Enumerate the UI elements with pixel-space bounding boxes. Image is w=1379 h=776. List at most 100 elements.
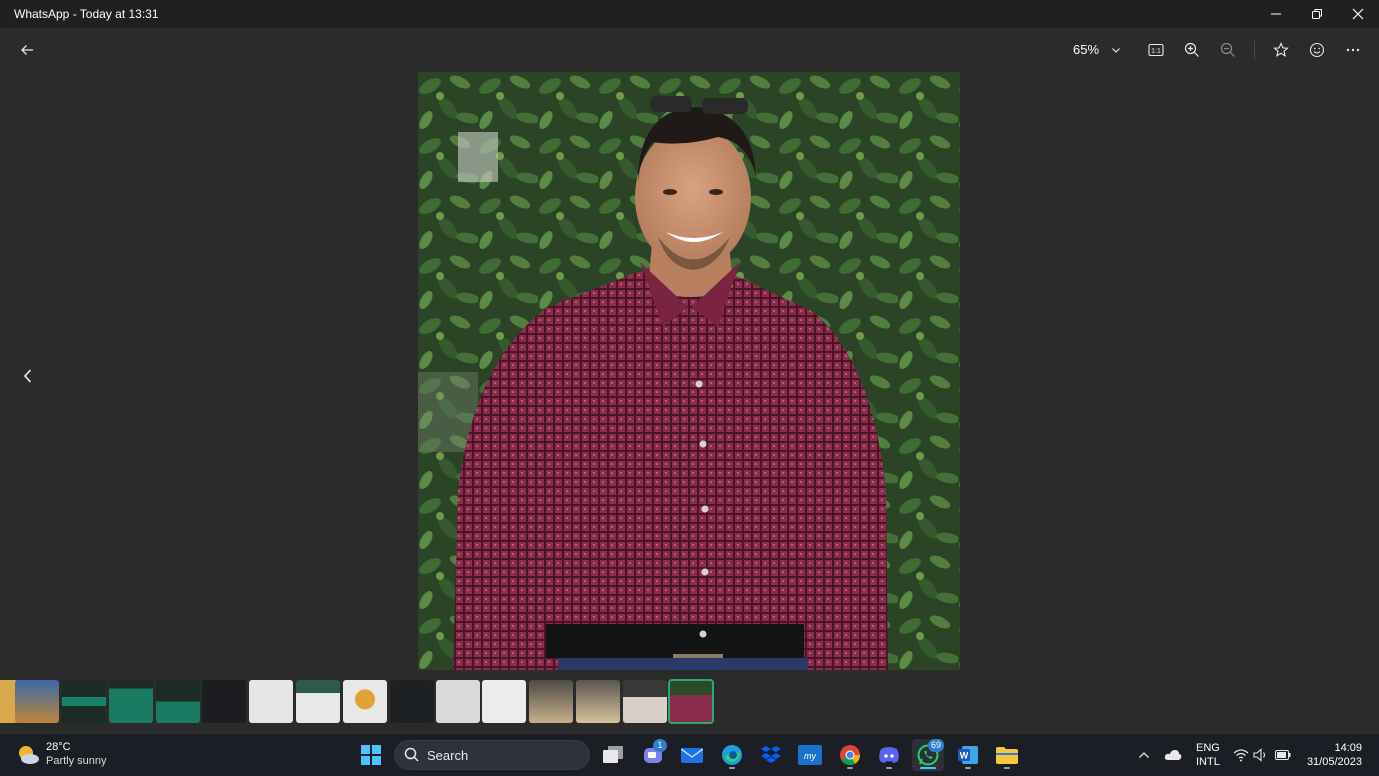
thumbnail[interactable]: [156, 680, 200, 723]
input-language[interactable]: ENG INTL: [1196, 741, 1220, 769]
thumbnail[interactable]: [436, 680, 480, 723]
svg-text:my: my: [804, 751, 816, 761]
folder-icon: [996, 747, 1018, 764]
more-options-button[interactable]: [1341, 38, 1365, 62]
restore-icon: [1312, 9, 1322, 19]
actual-size-icon: 1:1: [1148, 43, 1164, 57]
portrait-photo: [418, 72, 960, 670]
thumbnail[interactable]: [529, 680, 573, 723]
clock[interactable]: 14:09 31/05/2023: [1302, 741, 1362, 769]
viewer-toolbar: 65% 1:1: [0, 28, 1379, 72]
language-code: ENG: [1196, 742, 1220, 754]
favorite-star-icon: [1273, 42, 1289, 57]
task-view-icon: [603, 746, 623, 763]
back-button[interactable]: [15, 38, 39, 62]
thumbnail[interactable]: [15, 680, 59, 723]
chrome-icon: [840, 745, 861, 766]
zoom-out-icon: [1220, 42, 1235, 57]
thumbnail[interactable]: [576, 680, 620, 723]
chevron-left-icon: [23, 369, 32, 383]
cloud-icon: [1164, 750, 1182, 760]
svg-text:W: W: [960, 751, 969, 761]
thumbnail-selected[interactable]: [668, 679, 714, 724]
running-indicator: [1004, 767, 1010, 769]
discord-icon: [879, 747, 899, 763]
title-bar: WhatsApp - Today at 13:31: [0, 0, 1379, 28]
dropbox-icon: [761, 746, 781, 763]
keyboard-layout: INTL: [1196, 756, 1220, 768]
show-hidden-icons-button[interactable]: [1128, 739, 1160, 771]
file-explorer-button[interactable]: [991, 739, 1023, 771]
thumbnail[interactable]: [482, 680, 526, 723]
actual-size-button[interactable]: 1:1: [1144, 38, 1168, 62]
window-title: WhatsApp - Today at 13:31: [14, 7, 159, 21]
thumbnail[interactable]: [296, 680, 340, 723]
task-view-button[interactable]: [597, 739, 629, 771]
favorite-button[interactable]: [1269, 38, 1293, 62]
edge-button[interactable]: [716, 739, 748, 771]
taskbar: 28°C Partly sunny Search 1 my 69 W ENG I…: [0, 733, 1379, 776]
wifi-icon: [1233, 749, 1249, 762]
minimize-icon: [1271, 13, 1281, 15]
chrome-button[interactable]: [834, 739, 866, 771]
arrow-left-icon: [21, 45, 33, 55]
zoom-dropdown-button[interactable]: [1104, 38, 1128, 62]
running-indicator: [847, 767, 853, 769]
close-button[interactable]: [1338, 0, 1378, 28]
whatsapp-badge: 69: [928, 739, 944, 752]
battery-button[interactable]: [1270, 739, 1296, 771]
start-button[interactable]: [355, 739, 387, 771]
teams-badge: 1: [653, 739, 667, 752]
weather-temperature: 28°C: [46, 741, 71, 753]
whatsapp-button[interactable]: 69: [912, 739, 944, 771]
taskbar-search[interactable]: Search: [394, 740, 590, 770]
previous-image-button[interactable]: [16, 364, 40, 388]
restore-button[interactable]: [1297, 0, 1337, 28]
zoom-level[interactable]: 65%: [1073, 42, 1099, 57]
word-button[interactable]: W: [952, 739, 984, 771]
zoom-out-button[interactable]: [1216, 38, 1240, 62]
zoom-in-button[interactable]: [1180, 38, 1204, 62]
running-indicator: [886, 767, 892, 769]
more-icon: [1346, 48, 1360, 52]
emoji-icon: [1309, 42, 1325, 58]
toolbar-divider: [1254, 41, 1255, 59]
weather-condition: Partly sunny: [46, 755, 107, 767]
svg-text:1:1: 1:1: [1151, 48, 1161, 55]
zoom-in-icon: [1184, 42, 1199, 57]
search-label: Search: [427, 748, 469, 763]
active-indicator: [920, 767, 936, 769]
discord-button[interactable]: [873, 739, 905, 771]
react-button[interactable]: [1305, 38, 1329, 62]
thumbnail[interactable]: [62, 680, 106, 723]
speaker-icon: [1253, 748, 1266, 762]
mail-icon: [681, 748, 703, 763]
onedrive-button[interactable]: [1157, 739, 1189, 771]
clock-date: 31/05/2023: [1306, 756, 1362, 768]
mail-button[interactable]: [676, 739, 708, 771]
thumbnail[interactable]: [202, 680, 246, 723]
mylife-icon: my: [798, 745, 822, 765]
running-indicator: [965, 767, 971, 769]
battery-icon: [1275, 750, 1291, 760]
chevron-up-icon: [1139, 752, 1149, 758]
running-indicator: [729, 767, 735, 769]
filmstrip: [0, 679, 720, 724]
close-icon: [1352, 8, 1364, 20]
minimize-button[interactable]: [1256, 0, 1296, 28]
mylife-button[interactable]: my: [794, 739, 826, 771]
thumbnail[interactable]: [623, 680, 667, 723]
word-icon: W: [958, 746, 978, 764]
search-icon: [404, 747, 419, 762]
edge-icon: [722, 745, 742, 765]
thumbnail[interactable]: [109, 680, 153, 723]
chevron-down-icon: [1112, 48, 1120, 53]
dropbox-button[interactable]: [755, 739, 787, 771]
thumbnail[interactable]: [390, 680, 434, 723]
partly-sunny-icon: [19, 746, 39, 764]
thumbnail[interactable]: [249, 680, 293, 723]
clock-time: 14:09: [1334, 742, 1362, 754]
thumbnail[interactable]: [343, 680, 387, 723]
teams-chat-button[interactable]: 1: [637, 739, 669, 771]
windows-icon: [361, 745, 381, 765]
